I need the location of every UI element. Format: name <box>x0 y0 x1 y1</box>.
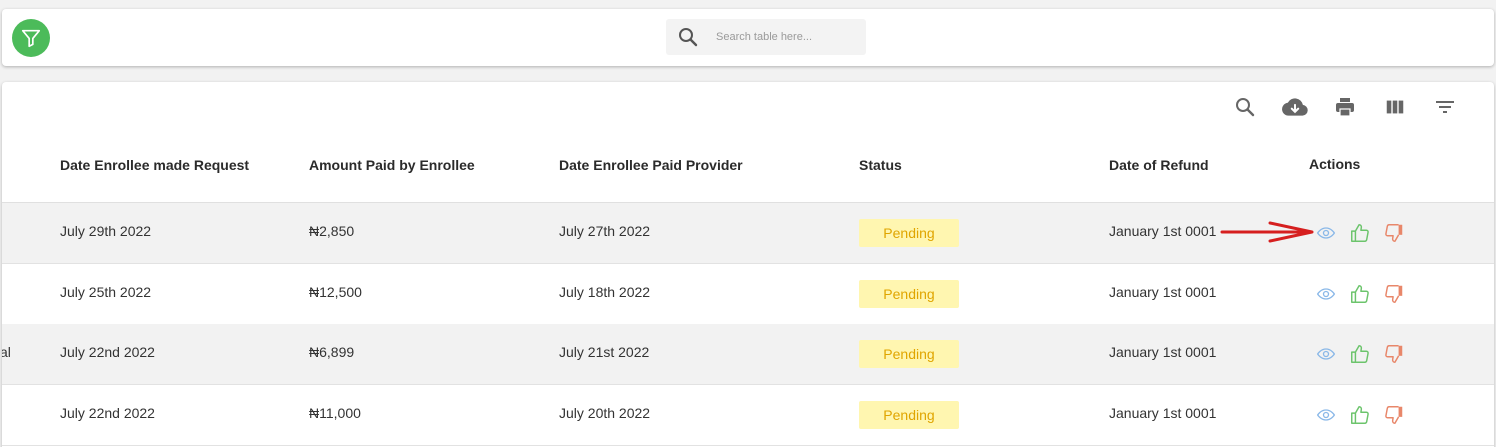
refund-date-cell: January 1st 0001 <box>1109 223 1217 239</box>
table-row[interactable]: al July 22nd 2022 ₦6,899 July 21st 2022 Pend… <box>2 324 1494 385</box>
eye-icon[interactable] <box>1314 403 1338 427</box>
status-badge: Pending <box>859 279 959 308</box>
column-header-amount[interactable]: Amount Paid by Enrollee <box>309 157 475 173</box>
amount-cell: ₦12,500 <box>309 283 362 300</box>
amount-cell: ₦2,850 <box>309 223 355 239</box>
annotation-arrow <box>1220 221 1314 243</box>
top-bar <box>2 9 1494 66</box>
amount-cell: ₦11,000 <box>309 404 361 421</box>
status-badge: Pending <box>859 219 959 247</box>
amount-cell: ₦6,899 <box>309 344 355 360</box>
column-header-refund-date[interactable]: Date of Refund <box>1109 157 1209 173</box>
filter-button[interactable] <box>12 19 50 57</box>
request-date-cell: July 29th 2022 <box>60 223 152 239</box>
search-icon <box>679 28 698 47</box>
thumbs-down-icon[interactable] <box>1382 403 1406 427</box>
thumbs-up-icon[interactable] <box>1348 403 1372 427</box>
thumbs-up-icon[interactable] <box>1348 221 1372 245</box>
thumbs-down-icon[interactable] <box>1382 221 1406 245</box>
column-header-status[interactable]: Status <box>859 157 902 173</box>
table-row[interactable]: July 25th 2022 ₦12,500 July 18th 2022 Pendi… <box>2 264 1494 325</box>
search-input[interactable] <box>716 26 856 48</box>
eye-icon[interactable] <box>1314 282 1338 306</box>
column-header-actions: Actions <box>1309 156 1361 172</box>
thumbs-down-icon[interactable] <box>1382 342 1406 366</box>
refund-date-cell: January 1st 0001 <box>1109 344 1217 360</box>
search-bar <box>666 19 866 55</box>
refund-date-cell: January 1st 0001 <box>1109 404 1217 421</box>
paid-date-cell: July 21st 2022 <box>559 344 650 360</box>
paid-date-cell: July 20th 2022 <box>559 404 651 421</box>
paid-date-cell: July 27th 2022 <box>559 223 651 239</box>
paid-date-cell: July 18th 2022 <box>559 283 651 300</box>
request-date-cell: July 25th 2022 <box>60 283 152 300</box>
view-columns-icon[interactable] <box>1382 94 1408 120</box>
search-icon[interactable] <box>1232 94 1258 120</box>
cloud-download-icon[interactable] <box>1282 94 1308 120</box>
refund-table-panel: Date Enrollee made Request Amount Paid b… <box>2 82 1494 447</box>
column-header-request-date[interactable]: Date Enrollee made Request <box>60 157 249 173</box>
request-date-cell: July 22nd 2022 <box>60 344 155 360</box>
print-icon[interactable] <box>1332 94 1358 120</box>
truncated-cell: al <box>2 344 11 360</box>
refund-date-cell: January 1st 0001 <box>1109 283 1217 300</box>
status-badge: Pending <box>859 400 959 429</box>
filter-icon <box>21 29 41 48</box>
thumbs-up-icon[interactable] <box>1348 342 1372 366</box>
request-date-cell: July 22nd 2022 <box>60 404 155 421</box>
eye-icon[interactable] <box>1314 221 1338 245</box>
filter-list-icon[interactable] <box>1432 94 1458 120</box>
thumbs-down-icon[interactable] <box>1382 282 1406 306</box>
status-badge: Pending <box>859 340 959 368</box>
eye-icon[interactable] <box>1314 342 1338 366</box>
thumbs-up-icon[interactable] <box>1348 282 1372 306</box>
column-header-paid-date[interactable]: Date Enrollee Paid Provider <box>559 157 743 173</box>
table-row[interactable]: July 22nd 2022 ₦11,000 July 20th 2022 Pendi… <box>2 385 1494 446</box>
